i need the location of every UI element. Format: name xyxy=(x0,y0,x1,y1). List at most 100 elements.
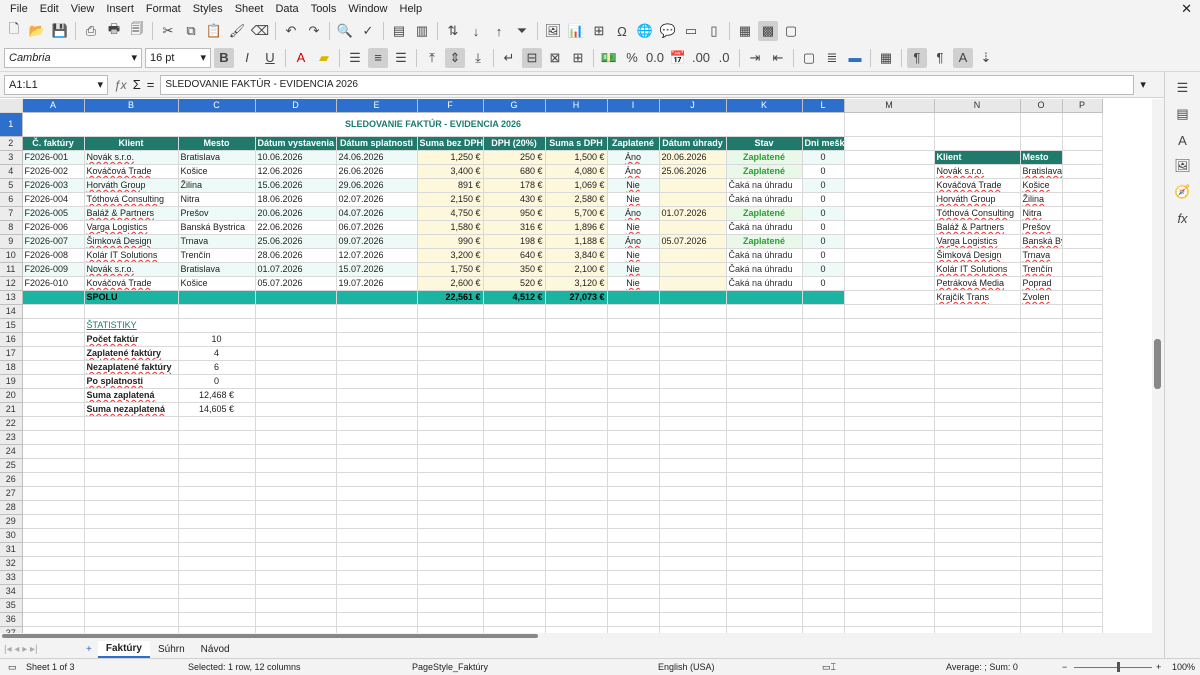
cell[interactable] xyxy=(844,402,935,418)
cell[interactable] xyxy=(1062,430,1103,446)
cell[interactable] xyxy=(1062,220,1103,236)
cell[interactable] xyxy=(726,486,803,502)
cell[interactable] xyxy=(726,402,803,418)
cell[interactable] xyxy=(802,570,845,586)
cell[interactable] xyxy=(844,150,935,166)
page-style[interactable]: PageStyle_Faktúry xyxy=(412,662,488,672)
table-cell[interactable]: 2,600 € xyxy=(417,276,484,292)
cell[interactable] xyxy=(417,528,484,544)
cell[interactable] xyxy=(417,360,484,376)
cell[interactable] xyxy=(178,458,256,474)
row-header[interactable]: 19 xyxy=(0,374,23,390)
table-cell[interactable]: Zaplatené xyxy=(726,164,803,180)
cell[interactable] xyxy=(84,514,179,530)
column-header[interactable]: B xyxy=(84,99,179,114)
table-cell[interactable]: 01.07.2026 xyxy=(255,262,337,278)
cell[interactable] xyxy=(934,458,1021,474)
cell[interactable] xyxy=(336,360,418,376)
cell[interactable] xyxy=(483,360,546,376)
table-cell[interactable]: F2026-010 xyxy=(22,276,85,292)
table-cell[interactable]: 1,069 € xyxy=(545,178,608,194)
cell[interactable] xyxy=(659,598,727,614)
cell[interactable] xyxy=(1020,500,1063,516)
cell[interactable] xyxy=(84,584,179,600)
increase-indent-icon[interactable]: ⇥ xyxy=(745,48,765,68)
cell[interactable] xyxy=(1062,318,1103,334)
add-sheet-icon[interactable]: + xyxy=(80,644,98,655)
cell[interactable] xyxy=(255,500,337,516)
formula-icon[interactable]: = xyxy=(147,77,155,92)
cell[interactable] xyxy=(659,430,727,446)
comment-icon[interactable]: 💬 xyxy=(658,21,678,41)
cell[interactable] xyxy=(84,500,179,516)
cell[interactable] xyxy=(659,290,727,306)
cell[interactable] xyxy=(726,388,803,404)
language[interactable]: English (USA) xyxy=(658,662,715,672)
table-cell[interactable]: Áno xyxy=(607,164,660,180)
table-cell[interactable]: 29.06.2026 xyxy=(336,178,418,194)
cell[interactable] xyxy=(417,584,484,600)
table-cell[interactable] xyxy=(659,220,727,236)
cell[interactable] xyxy=(1020,472,1063,488)
cell[interactable] xyxy=(483,388,546,404)
cell[interactable] xyxy=(607,374,660,390)
lookup-cell[interactable]: Baláž & Partners xyxy=(934,220,1021,236)
table-cell[interactable]: Bratislava xyxy=(178,262,256,278)
cell[interactable] xyxy=(22,598,85,614)
stat-label[interactable]: Suma zaplatená xyxy=(84,388,179,404)
cell[interactable] xyxy=(1062,332,1103,348)
column-icon[interactable]: ▥ xyxy=(412,21,432,41)
cell[interactable] xyxy=(336,402,418,418)
tab-navod[interactable]: Návod xyxy=(193,642,238,657)
cell[interactable] xyxy=(607,304,660,320)
cell[interactable] xyxy=(934,360,1021,376)
print-icon[interactable]: 🖶 xyxy=(104,21,124,41)
cell[interactable] xyxy=(22,570,85,586)
table-cell[interactable]: Áno xyxy=(607,150,660,166)
row-header[interactable]: 34 xyxy=(0,584,23,600)
cell[interactable] xyxy=(483,570,546,586)
cell[interactable] xyxy=(483,458,546,474)
cell[interactable] xyxy=(607,486,660,502)
cell[interactable] xyxy=(1062,402,1103,418)
cell[interactable] xyxy=(255,472,337,488)
save-icon[interactable]: 💾 xyxy=(50,21,70,41)
cell[interactable] xyxy=(934,598,1021,614)
cell[interactable] xyxy=(1062,290,1103,306)
cell[interactable] xyxy=(934,430,1021,446)
table-cell[interactable]: Čaká na úhradu xyxy=(726,178,803,194)
column-header[interactable]: A xyxy=(22,99,85,114)
headers-footers-icon[interactable]: ▭ xyxy=(681,21,701,41)
cell[interactable] xyxy=(178,570,256,586)
show-draw-functions-icon[interactable]: ▢ xyxy=(781,21,801,41)
column-title[interactable]: Stav xyxy=(726,136,803,152)
conditional-format-icon[interactable]: ▦ xyxy=(876,48,896,68)
cell[interactable] xyxy=(726,500,803,516)
table-cell[interactable]: Baláž & Partners xyxy=(84,206,179,222)
cell[interactable] xyxy=(178,542,256,558)
column-header[interactable]: M xyxy=(844,99,935,114)
table-cell[interactable]: 25.06.2026 xyxy=(659,164,727,180)
cell[interactable] xyxy=(1020,374,1063,390)
table-cell[interactable]: F2026-009 xyxy=(22,262,85,278)
cell[interactable] xyxy=(1020,430,1063,446)
cell[interactable] xyxy=(844,248,935,264)
cell[interactable] xyxy=(84,416,179,432)
freeze-rows-columns-icon[interactable]: ▦ xyxy=(735,21,755,41)
cell[interactable] xyxy=(607,514,660,530)
table-cell[interactable]: 01.07.2026 xyxy=(659,206,727,222)
lookup-cell[interactable]: Košice xyxy=(1020,178,1063,194)
percent-format-icon[interactable]: % xyxy=(622,48,642,68)
cell[interactable] xyxy=(659,528,727,544)
cell[interactable] xyxy=(607,542,660,558)
cell[interactable] xyxy=(934,402,1021,418)
column-header[interactable]: E xyxy=(336,99,418,114)
underline-icon[interactable]: U xyxy=(260,48,280,68)
cell[interactable] xyxy=(255,304,337,320)
cell[interactable] xyxy=(255,360,337,376)
row-header[interactable]: 33 xyxy=(0,570,23,586)
cell[interactable] xyxy=(545,598,608,614)
cell[interactable] xyxy=(607,290,660,306)
cell[interactable] xyxy=(934,556,1021,572)
row-header[interactable]: 20 xyxy=(0,388,23,404)
